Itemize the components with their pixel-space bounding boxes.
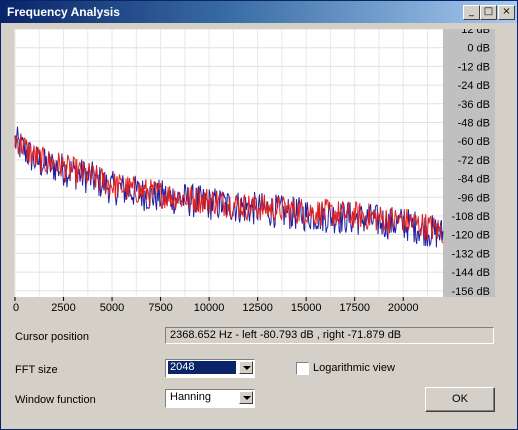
y-tick-label: -84 dB (458, 174, 490, 186)
cursor-position-value: 2368.652 Hz - left -80.793 dB , right -7… (165, 327, 494, 344)
fft-size-value: 2048 (168, 361, 236, 374)
x-axis-ticks: 0 2500 5000 7500 10000 12500 15000 17500 20000 (13, 297, 419, 314)
x-tick-label: 5000 (100, 302, 124, 313)
window-function-select[interactable]: Hanning (165, 389, 255, 408)
x-tick-label: 0 (13, 302, 19, 313)
y-tick-label: -132 dB (451, 248, 490, 260)
fft-size-select[interactable]: 2048 (165, 359, 255, 378)
y-tick-label: -12 dB (458, 61, 490, 73)
y-tick-label: -24 dB (458, 80, 490, 92)
title-bar[interactable]: Frequency Analysis _ □ × (1, 1, 517, 23)
y-tick-label: -96 dB (458, 192, 490, 204)
x-tick-label: 15000 (291, 302, 322, 313)
minimize-button[interactable]: _ (463, 5, 480, 20)
x-tick-label: 7500 (148, 302, 172, 313)
y-tick-label: -144 dB (451, 267, 490, 279)
spectrum-chart[interactable]: 12 dB 0 dB -12 dB -24 dB -36 dB -48 dB -60 dB -… (13, 24, 495, 314)
close-button[interactable]: × (498, 5, 515, 20)
y-tick-label: -108 dB (451, 211, 490, 223)
x-tick-label: 2500 (51, 302, 75, 313)
x-tick-label: 17500 (339, 302, 370, 313)
y-tick-label: -120 dB (451, 230, 490, 242)
y-tick-label: -48 dB (458, 117, 490, 129)
logarithmic-view-label: Logarithmic view (313, 362, 395, 374)
y-tick-label: 12 dB (461, 29, 490, 36)
spectrum-chart-frame[interactable]: 12 dB 0 dB -12 dB -24 dB -36 dB -48 dB -60 dB -… (13, 24, 495, 314)
y-tick-label: -72 dB (458, 155, 490, 167)
frequency-analysis-window: Frequency Analysis _ □ × 12 dB 0 dB -12 dB… (0, 0, 518, 430)
chevron-down-icon[interactable] (239, 391, 253, 404)
maximize-button[interactable]: □ (480, 5, 497, 20)
y-tick-label: -156 dB (451, 286, 490, 298)
x-tick-label: 10000 (194, 302, 225, 313)
y-tick-label: -60 dB (458, 136, 490, 148)
y-tick-label: -36 dB (458, 99, 490, 111)
x-tick-label: 20000 (388, 302, 419, 313)
ok-button[interactable]: OK (425, 387, 495, 412)
window-title: Frequency Analysis (7, 5, 120, 19)
logarithmic-view-checkbox[interactable] (296, 362, 309, 375)
window-function-label: Window function (15, 394, 96, 406)
window-function-value: Hanning (170, 391, 211, 403)
x-tick-label: 12500 (242, 302, 273, 313)
chevron-down-icon[interactable] (239, 361, 253, 374)
y-tick-label: 0 dB (467, 43, 490, 55)
y-axis-ticks: 12 dB 0 dB -12 dB -24 dB -36 dB -48 dB -60 dB -… (451, 24, 490, 298)
fft-size-label: FFT size (15, 364, 58, 376)
cursor-position-label: Cursor position (15, 331, 89, 343)
